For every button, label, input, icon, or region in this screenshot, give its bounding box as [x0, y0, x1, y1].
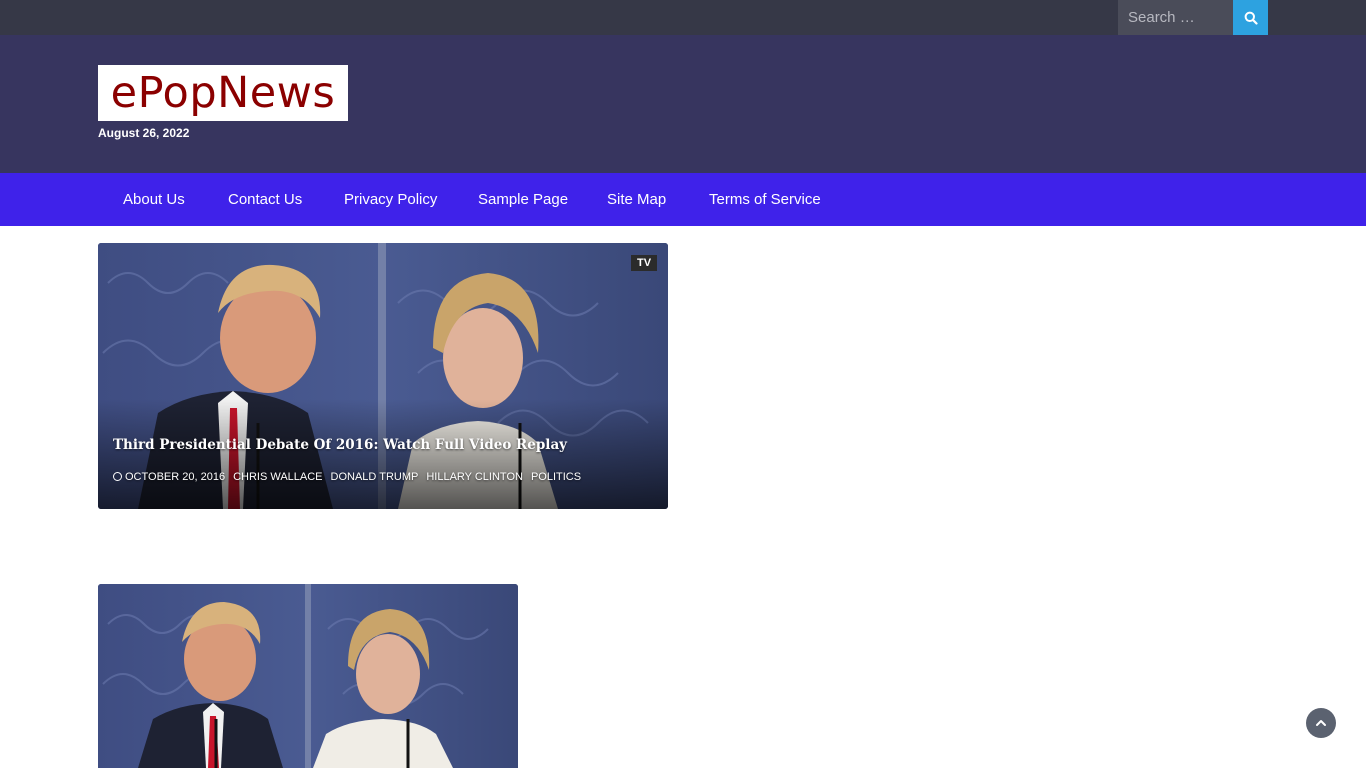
- nav-item-contact-us[interactable]: Contact Us: [228, 173, 302, 226]
- nav-item-privacy-policy[interactable]: Privacy Policy: [344, 173, 437, 226]
- nav-item-about-us[interactable]: About Us: [123, 173, 185, 226]
- nav-item-terms-of-service[interactable]: Terms of Service: [709, 173, 821, 226]
- main-nav: About Us Contact Us Privacy Policy Sampl…: [0, 173, 1366, 226]
- search-icon: [1244, 11, 1258, 25]
- top-bar: [0, 0, 1366, 35]
- post-tag[interactable]: DONALD TRUMP: [331, 471, 419, 483]
- scroll-to-top-button[interactable]: [1306, 708, 1336, 738]
- post-date-wrap[interactable]: OCTOBER 20, 2016: [113, 471, 225, 483]
- logo-text: ePopNews: [110, 67, 336, 118]
- search-input[interactable]: [1118, 0, 1233, 35]
- chevron-up-icon: [1316, 720, 1326, 726]
- post-meta: OCTOBER 20, 2016 CHRIS WALLACE DONALD TR…: [113, 471, 581, 483]
- nav-item-sample-page[interactable]: Sample Page: [478, 173, 568, 226]
- post-tag[interactable]: CHRIS WALLACE: [233, 471, 322, 483]
- nav-item-site-map[interactable]: Site Map: [607, 173, 666, 226]
- post-tag[interactable]: POLITICS: [531, 471, 581, 483]
- post-title[interactable]: Third Presidential Debate Of 2016: Watch…: [113, 437, 567, 453]
- post-tag[interactable]: HILLARY CLINTON: [426, 471, 523, 483]
- search-button[interactable]: [1233, 0, 1268, 35]
- post-card[interactable]: [98, 584, 518, 768]
- post-image: [98, 584, 518, 768]
- site-logo[interactable]: ePopNews: [98, 65, 348, 121]
- image-overlay: [98, 399, 668, 509]
- header-date: August 26, 2022: [98, 126, 190, 140]
- site-header: ePopNews August 26, 2022: [0, 35, 1366, 173]
- clock-icon: [113, 472, 122, 481]
- category-badge[interactable]: TV: [631, 255, 658, 271]
- post-date: OCTOBER 20, 2016: [125, 471, 226, 483]
- featured-post-card[interactable]: TV Third Presidential Debate Of 2016: Wa…: [98, 243, 668, 509]
